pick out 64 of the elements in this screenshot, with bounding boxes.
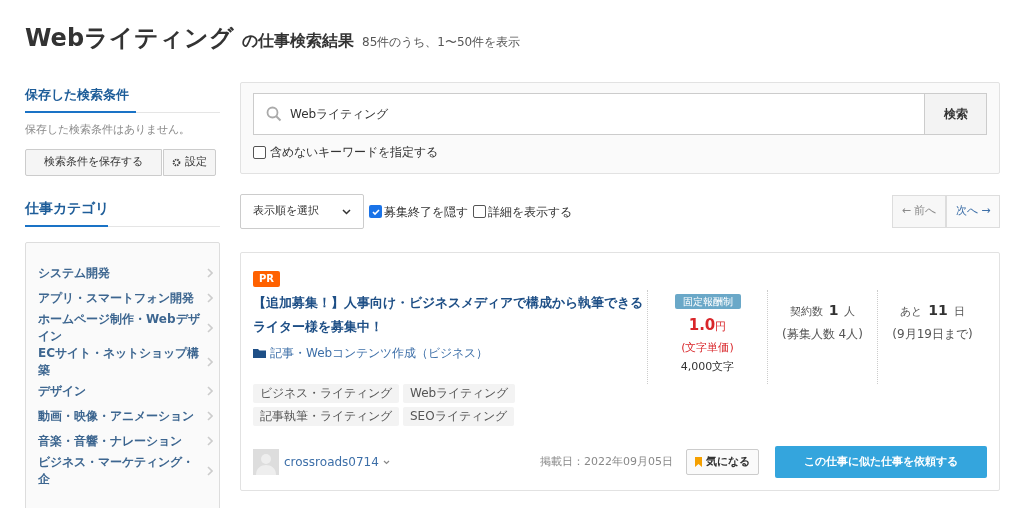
chevron-down-icon: [342, 208, 351, 215]
pr-badge: PR: [253, 271, 281, 287]
price-unit: 円: [715, 320, 727, 335]
sort-select[interactable]: 表示順を選択: [240, 194, 364, 229]
checkbox[interactable]: [473, 205, 486, 218]
chevron-right-icon: [207, 465, 213, 476]
search-icon: [266, 106, 282, 122]
search-field[interactable]: Webライティング: [253, 93, 925, 135]
category-link[interactable]: アプリ・スマートフォン開発: [38, 289, 200, 307]
checkbox-label: 詳細を表示する: [488, 203, 572, 221]
save-search-button[interactable]: 検索条件を保存する: [25, 148, 162, 176]
skill-tag[interactable]: ビジネス・ライティング: [253, 384, 399, 403]
skill-tag[interactable]: Webライティング: [403, 384, 516, 403]
stat-unit: 人: [844, 304, 856, 320]
next-page-button[interactable]: 次へ →: [946, 195, 1000, 228]
category-link[interactable]: システム開発: [38, 264, 200, 282]
chevron-right-icon: [207, 386, 213, 396]
stat-label: 契約数: [789, 304, 823, 320]
chevron-right-icon: [207, 322, 213, 333]
skill-tag[interactable]: SEOライティング: [403, 407, 514, 426]
section-heading: 保存した検索条件: [25, 87, 129, 102]
chevron-right-icon: [207, 411, 213, 421]
checkbox[interactable]: [369, 205, 382, 218]
category-link[interactable]: 記事・Webコンテンツ作成（ビジネス）: [270, 344, 489, 362]
search-button[interactable]: 検索: [925, 93, 987, 135]
price: 1.0: [688, 315, 716, 336]
stat-value: 11: [928, 301, 948, 320]
category-link[interactable]: ECサイト・ネットショップ構築: [38, 344, 200, 379]
chevron-right-icon: [207, 356, 213, 367]
gear-icon: [172, 157, 181, 167]
result-count: 85件のうち、1〜50件を表示: [362, 34, 521, 51]
category-link[interactable]: ホームページ制作・Webデザイン: [38, 310, 200, 345]
chevron-right-icon: [207, 293, 213, 303]
checkbox[interactable]: [253, 145, 266, 159]
category-link[interactable]: 動画・映像・アニメーション: [38, 407, 200, 425]
settings-button[interactable]: 設定: [163, 148, 216, 176]
page-title: Webライティング: [25, 23, 235, 54]
posted-date: 掲載日：2022年09月05日: [540, 453, 673, 470]
stat-value: 1: [828, 301, 839, 320]
chevron-right-icon: [207, 268, 213, 278]
folder-icon: [253, 348, 266, 358]
avatar-icon: [253, 449, 279, 475]
stat-note: (募集人数 4人): [782, 326, 863, 343]
category-link[interactable]: ビジネス・マーケティング・企: [38, 453, 200, 488]
word-count: 4,000文字: [680, 359, 735, 375]
pay-type-badge: 固定報酬制: [674, 294, 741, 309]
checkbox-label: 募集終了を隠す: [384, 203, 468, 221]
chevron-right-icon: [207, 436, 213, 446]
chevron-down-icon: [382, 459, 390, 465]
bookmark-button[interactable]: 気になる: [686, 449, 759, 475]
category-link[interactable]: デザイン: [38, 382, 200, 400]
category-link[interactable]: 音楽・音響・ナレーション: [38, 432, 200, 450]
checkbox-label: 含めないキーワードを指定する: [270, 144, 438, 161]
client-name[interactable]: crossroads0714: [284, 453, 379, 471]
empty-message: 保存した検索条件はありません。: [25, 122, 191, 138]
title-suffix: の仕事検索結果: [242, 30, 355, 52]
price-note: (文字単価): [681, 339, 734, 356]
stat-note: (9月19日まで): [892, 326, 973, 343]
skill-tag[interactable]: 記事執筆・ライティング: [253, 407, 399, 426]
bookmark-icon: [695, 457, 702, 467]
stat-label: あと: [900, 304, 923, 320]
job-title[interactable]: 【追加募集！】人事向け・ビジネスメディアで構成から執筆できるライター様を募集中！: [253, 291, 645, 339]
section-heading: 仕事カテゴリ: [25, 199, 109, 216]
stat-unit: 日: [953, 304, 965, 320]
